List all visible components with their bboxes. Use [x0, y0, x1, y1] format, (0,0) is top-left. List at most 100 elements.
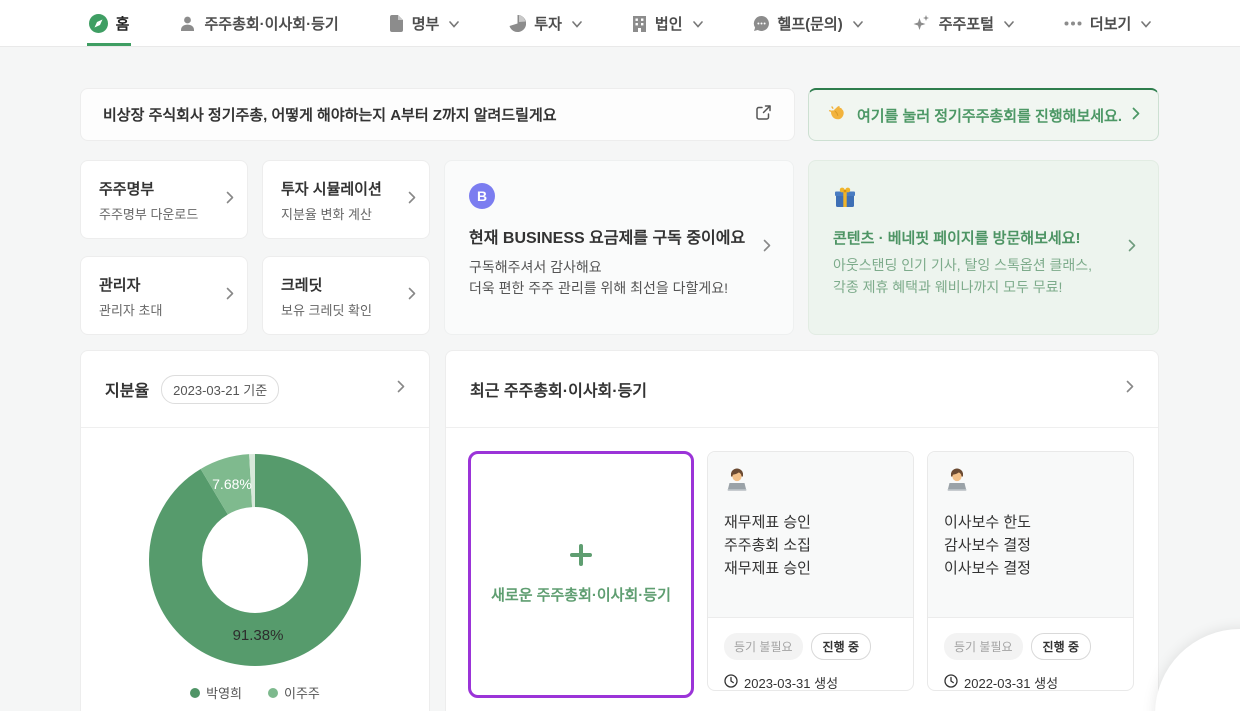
nav-item-invest[interactable]: 투자 [509, 0, 582, 46]
benefit-page-card[interactable]: 콘텐츠 · 베네핏 페이지를 방문해보세요! 아웃스탠딩 인기 기사, 탈잉 스… [808, 160, 1159, 335]
clock-icon [944, 674, 958, 691]
donut-label-large: 91.38% [233, 627, 284, 644]
legend-item: 박영희 [190, 683, 242, 702]
chevron-right-icon [408, 287, 416, 305]
chevron-down-icon [1141, 15, 1151, 32]
nav-item-label: 홈 [116, 13, 130, 34]
notice-banner[interactable]: 비상장 주식회사 정기주총, 어떻게 해야하는지 A부터 Z까지 알려드릴게요 [80, 88, 795, 141]
chevron-down-icon [449, 15, 459, 32]
chevron-right-icon [226, 287, 234, 305]
nav-item-corporation[interactable]: 법인 [632, 0, 703, 46]
top-nav: 홈 주주총회·이사회·등기 명부 투자 법인 [0, 0, 1240, 47]
recent-meetings-title: 최근 주주총회·이사회·등기 [470, 377, 647, 401]
legend-label: 이주주 [284, 683, 320, 702]
chat-icon [753, 15, 770, 32]
external-link-icon [755, 104, 772, 125]
chevron-down-icon [853, 15, 863, 32]
recent-meetings-panel: 최근 주주총회·이사회·등기 새로운 주주총회·이사회·등기 [445, 350, 1159, 711]
nav-item-label: 주주총회·이사회·등기 [204, 13, 338, 34]
quick-link-invest-simulation[interactable]: 투자 시뮬레이션 지분율 변화 계산 [262, 160, 430, 239]
agenda-item: 이사보수 한도 [944, 511, 1117, 534]
nav-item-help[interactable]: 헬프(문의) [753, 0, 863, 46]
donut-label-small: 7.68% [212, 476, 252, 492]
created-date: 2022-03-31 생성 [964, 673, 1058, 691]
sparkles-icon [913, 14, 931, 32]
nav-item-registry[interactable]: 명부 [389, 0, 460, 46]
ellipsis-icon [1064, 21, 1082, 26]
chevron-down-icon [572, 15, 582, 32]
chevron-right-icon [408, 191, 416, 209]
registration-status-badge: 등기 불필요 [944, 633, 1023, 660]
chevron-down-icon [693, 15, 703, 32]
chevron-right-icon [763, 239, 771, 257]
ownership-panel: 지분율 2023-03-21 기준 7.68% 91.38% [80, 350, 430, 711]
benefit-desc-line2: 각종 제휴 혜택과 웨비나까지 모두 무료! [833, 276, 1138, 298]
plan-desc-line1: 구독해주셔서 감사해요 [469, 257, 773, 278]
created-date: 2023-03-31 생성 [744, 673, 838, 691]
nav-item-home[interactable]: 홈 [89, 0, 130, 46]
nav-item-label: 헬프(문의) [778, 13, 843, 34]
ownership-title: 지분율 [105, 377, 149, 401]
agenda-item: 재무제표 승인 [724, 557, 897, 580]
chevron-right-icon[interactable] [397, 380, 405, 398]
quick-link-credit[interactable]: 크레딧 보유 크레딧 확인 [262, 256, 430, 335]
annual-meeting-cta-button[interactable]: 여기를 눌러 정기주주총회를 진행해보세요. [808, 88, 1159, 141]
gift-icon [833, 196, 857, 213]
recent-meetings-header[interactable]: 최근 주주총회·이사회·등기 [446, 351, 1158, 428]
nav-item-label: 명부 [412, 13, 440, 34]
notice-banner-text: 비상장 주식회사 정기주총, 어떻게 해야하는지 A부터 Z까지 알려드릴게요 [103, 104, 557, 125]
quick-links-grid: 주주명부 주주명부 다운로드 투자 시뮬레이션 지분율 변화 계산 관리자 관리… [80, 160, 430, 335]
clapping-hands-icon [827, 103, 847, 127]
person-at-laptop-icon [724, 480, 750, 497]
ownership-legend: 박영희 이주주 [190, 683, 320, 702]
agenda-item: 감사보수 결정 [944, 534, 1117, 557]
quick-link-subtitle: 주주명부 다운로드 [99, 204, 233, 223]
nav-item-label: 투자 [534, 13, 562, 34]
chevron-right-icon [226, 191, 234, 209]
pie-icon [509, 15, 526, 32]
quick-link-shareholder-list[interactable]: 주주명부 주주명부 다운로드 [80, 160, 248, 239]
ownership-header[interactable]: 지분율 2023-03-21 기준 [81, 351, 429, 428]
subscription-plan-card[interactable]: B 현재 BUSINESS 요금제를 구독 중이에요 구독해주셔서 감사해요 더… [444, 160, 794, 335]
legend-swatch [268, 688, 278, 698]
chevron-right-icon [1132, 107, 1140, 124]
chevron-right-icon[interactable] [1126, 380, 1134, 398]
plus-icon [570, 544, 592, 571]
quick-link-subtitle: 보유 크레딧 확인 [281, 300, 415, 319]
meeting-card[interactable]: 이사보수 한도 감사보수 결정 이사보수 결정 등기 불필요 진행 중 [927, 451, 1134, 691]
quick-link-title: 주주명부 [99, 178, 233, 199]
quick-link-subtitle: 지분율 변화 계산 [281, 204, 415, 223]
registration-status-badge: 등기 불필요 [724, 633, 803, 660]
nav-item-label: 더보기 [1090, 13, 1131, 34]
nav-item-label: 법인 [655, 13, 683, 34]
legend-swatch [190, 688, 200, 698]
quick-link-title: 투자 시뮬레이션 [281, 178, 415, 199]
building-icon [632, 15, 647, 32]
plan-desc-line2: 더욱 편한 주주 관리를 위해 최선을 다할게요! [469, 278, 773, 299]
nav-item-shareholder-portal[interactable]: 주주포털 [913, 0, 1014, 46]
quick-link-admin[interactable]: 관리자 관리자 초대 [80, 256, 248, 335]
nav-item-more[interactable]: 더보기 [1064, 0, 1151, 46]
ownership-as-of-badge: 2023-03-21 기준 [161, 375, 279, 404]
agenda-item: 이사보수 결정 [944, 557, 1117, 580]
agenda-item: 재무제표 승인 [724, 511, 897, 534]
chevron-right-icon [1128, 239, 1136, 257]
annual-meeting-cta-label: 여기를 눌러 정기주주총회를 진행해보세요. [857, 105, 1122, 126]
legend-item: 이주주 [268, 683, 320, 702]
progress-status-badge: 진행 중 [1031, 633, 1091, 660]
benefit-title: 콘텐츠 · 베네핏 페이지를 방문해보세요! [833, 227, 1138, 248]
nav-item-meetings[interactable]: 주주총회·이사회·등기 [179, 0, 338, 46]
new-meeting-button[interactable]: 새로운 주주총회·이사회·등기 [468, 451, 694, 698]
new-meeting-label: 새로운 주주총회·이사회·등기 [491, 584, 671, 605]
agenda-item: 주주총회 소집 [724, 534, 897, 557]
main-content: 비상장 주식회사 정기주총, 어떻게 해야하는지 A부터 Z까지 알려드릴게요 … [0, 47, 1240, 711]
progress-status-badge: 진행 중 [811, 633, 871, 660]
meeting-card[interactable]: 재무제표 승인 주주총회 소집 재무제표 승인 등기 불필요 진행 중 [707, 451, 914, 691]
quick-link-title: 관리자 [99, 274, 233, 295]
ownership-donut-chart: 7.68% 91.38% [149, 454, 361, 666]
clock-icon [724, 674, 738, 691]
nav-item-label: 주주포털 [939, 13, 994, 34]
quick-link-title: 크레딧 [281, 274, 415, 295]
document-icon [389, 15, 404, 32]
benefit-desc-line1: 아웃스탠딩 인기 기사, 탈잉 스톡옵션 클래스, [833, 254, 1138, 276]
